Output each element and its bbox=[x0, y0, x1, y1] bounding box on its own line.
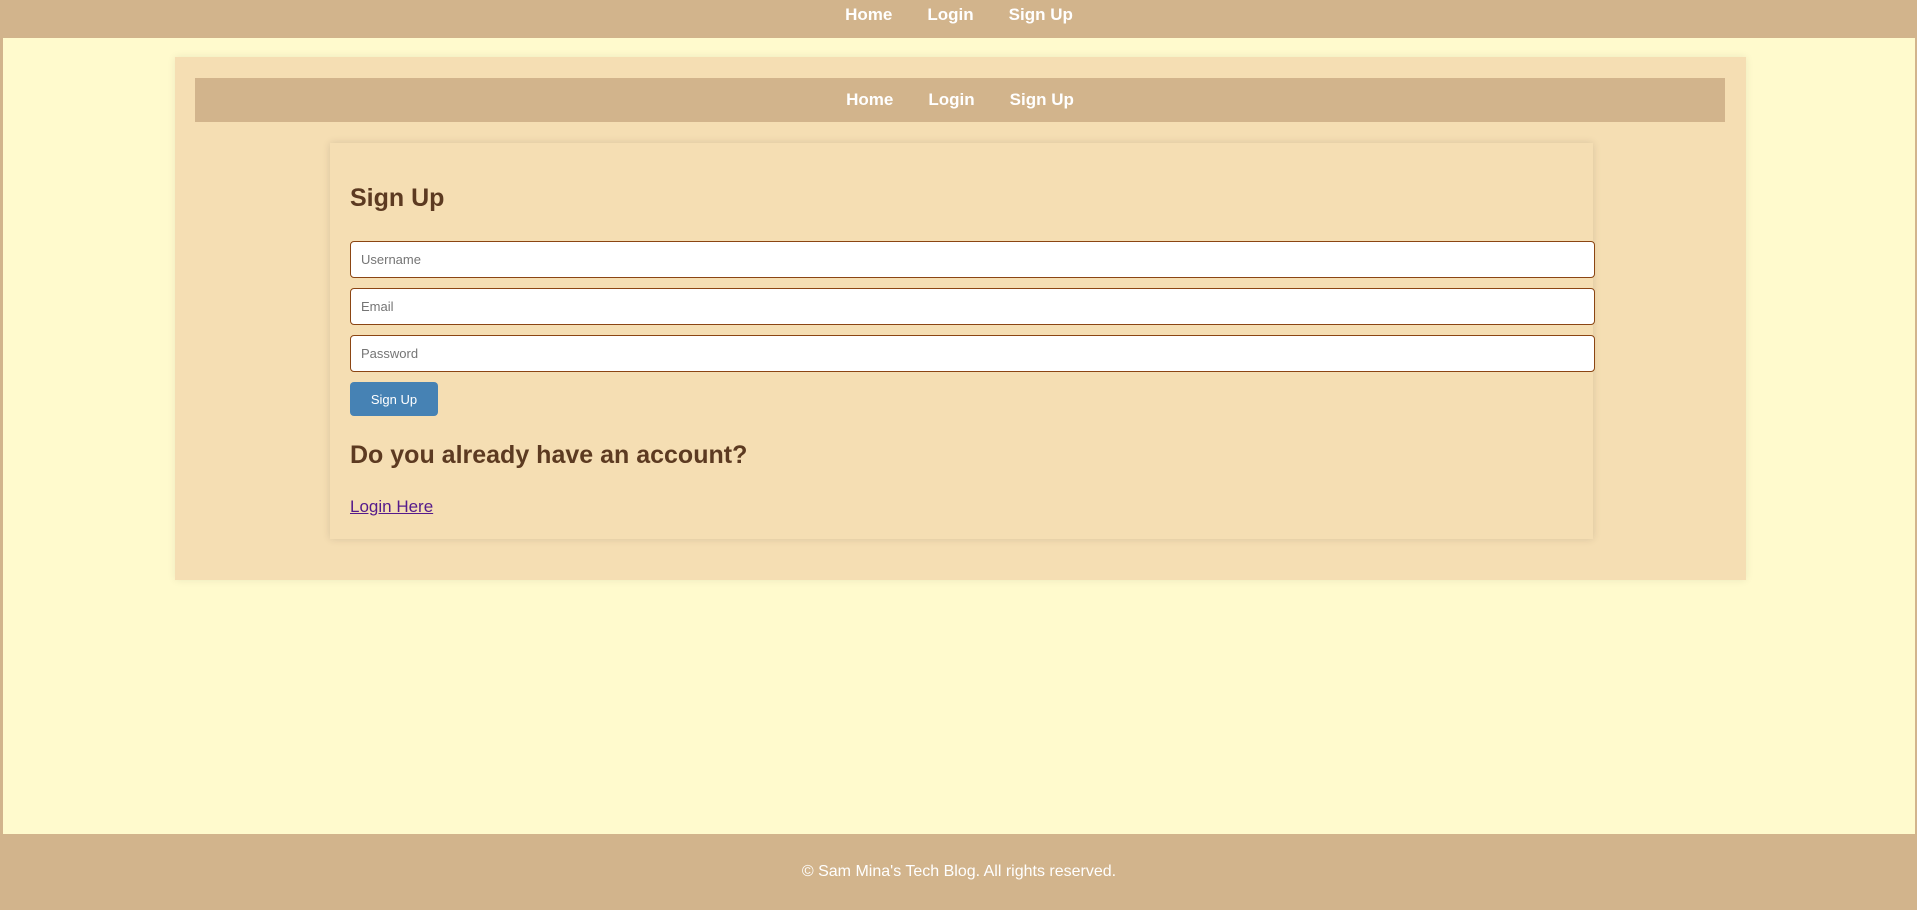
inner-nav-home-link[interactable]: Home bbox=[846, 90, 893, 110]
top-nav-home-link[interactable]: Home bbox=[845, 5, 892, 25]
top-navigation: Home Login Sign Up bbox=[3, 0, 1915, 38]
signup-title: Sign Up bbox=[350, 184, 445, 212]
inner-nav-login-link[interactable]: Login bbox=[928, 90, 974, 110]
existing-account-heading: Do you already have an account? bbox=[350, 441, 748, 469]
page-frame: Home Login Sign Up Home Login Sign Up Si… bbox=[3, 0, 1915, 910]
top-nav-login-link[interactable]: Login bbox=[927, 5, 973, 25]
signup-form-panel: Sign Up Sign Up Do you already have an a… bbox=[330, 143, 1595, 539]
login-here-link[interactable]: Login Here bbox=[350, 497, 433, 517]
footer-copyright: © Sam Mina's Tech Blog. All rights reser… bbox=[801, 863, 1117, 880]
footer: © Sam Mina's Tech Blog. All rights reser… bbox=[3, 834, 1915, 910]
inner-nav-signup-link[interactable]: Sign Up bbox=[1010, 90, 1074, 110]
inner-navigation: Home Login Sign Up bbox=[195, 78, 1725, 122]
username-input[interactable] bbox=[350, 241, 1595, 278]
top-nav-signup-link[interactable]: Sign Up bbox=[1009, 5, 1073, 25]
main-content-card: Home Login Sign Up Sign Up Sign Up Do yo… bbox=[175, 57, 1746, 580]
email-input[interactable] bbox=[350, 288, 1595, 325]
signup-button[interactable]: Sign Up bbox=[350, 382, 438, 416]
password-input[interactable] bbox=[350, 335, 1595, 372]
